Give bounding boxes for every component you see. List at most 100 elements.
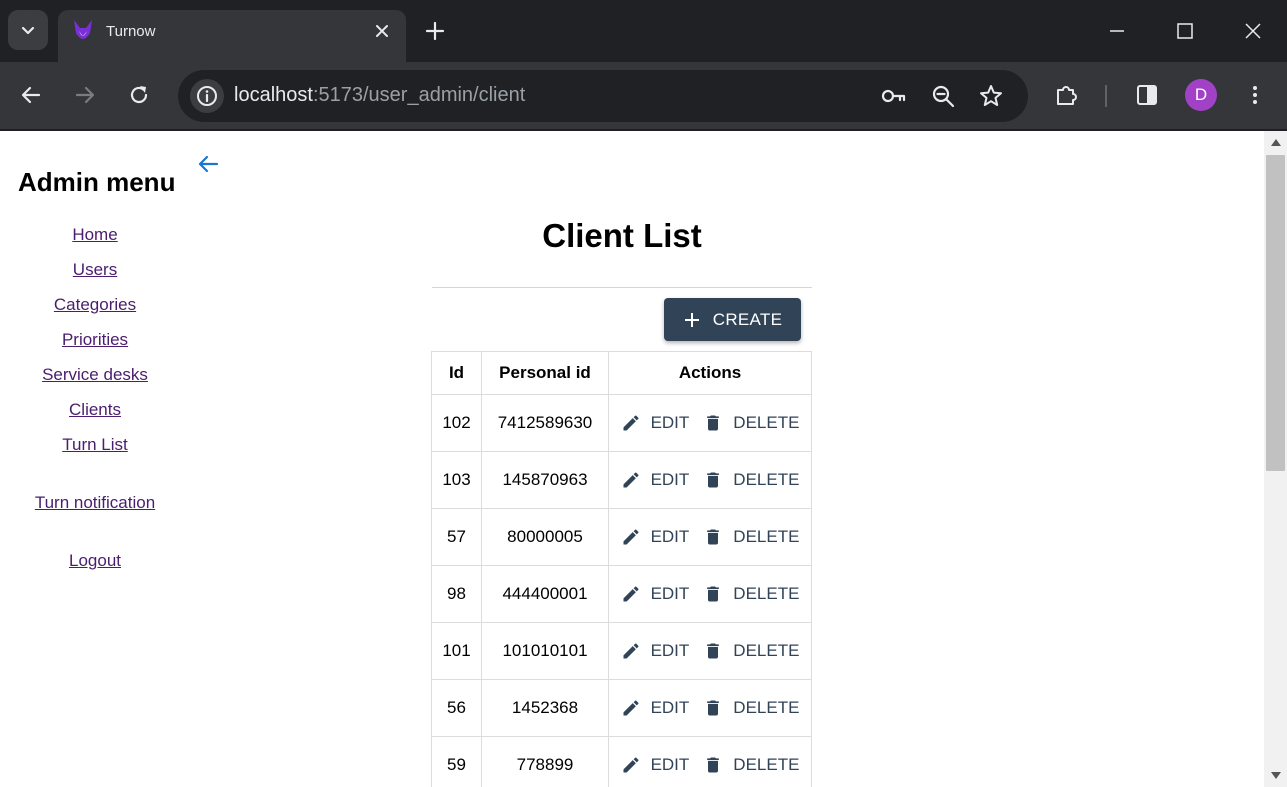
- site-info-button[interactable]: [190, 79, 224, 113]
- delete-button[interactable]: DELETE: [699, 411, 803, 435]
- pencil-icon: [623, 586, 639, 602]
- key-icon[interactable]: [880, 83, 906, 109]
- cell-id: 56: [431, 679, 482, 737]
- cell-actions: EDIT DELETE: [608, 736, 812, 787]
- column-header-actions: Actions: [608, 351, 812, 395]
- edit-button[interactable]: EDIT: [617, 525, 694, 549]
- tab-search-button[interactable]: [8, 10, 48, 50]
- maximize-icon[interactable]: [1170, 16, 1200, 46]
- column-header-id: Id: [431, 351, 482, 395]
- zoom-out-icon[interactable]: [930, 83, 956, 109]
- edit-button[interactable]: EDIT: [617, 639, 694, 663]
- reload-icon[interactable]: [126, 82, 152, 108]
- cell-id: 57: [431, 508, 482, 566]
- client-table: Id Personal id Actions 102 7412589630 EDIT…: [431, 351, 812, 787]
- column-header-personal-id: Personal id: [481, 351, 609, 395]
- browser-tab-active[interactable]: Turnow: [58, 10, 406, 62]
- delete-button[interactable]: DELETE: [699, 639, 803, 663]
- sidebar-item-turn-list[interactable]: Turn List: [0, 435, 190, 455]
- delete-button[interactable]: DELETE: [699, 753, 803, 777]
- sidebar-item-logout[interactable]: Logout: [0, 551, 190, 571]
- page-scrollbar[interactable]: [1264, 131, 1287, 787]
- delete-button[interactable]: DELETE: [699, 525, 803, 549]
- address-bar[interactable]: localhost:5173/user_admin/client: [178, 70, 1028, 122]
- scroll-thumb[interactable]: [1266, 155, 1285, 471]
- cell-actions: EDIT DELETE: [608, 394, 812, 452]
- more-menu-icon[interactable]: [1242, 82, 1268, 108]
- sidebar-title: Admin menu: [18, 167, 176, 197]
- table-row: 56 1452368 EDIT DELETE: [431, 679, 812, 737]
- pencil-icon: [623, 472, 639, 488]
- profile-avatar[interactable]: D: [1185, 79, 1217, 111]
- turnow-logo-icon: [74, 20, 92, 39]
- sidebar-item-categories[interactable]: Categories: [0, 295, 190, 315]
- delete-label: DELETE: [733, 413, 800, 432]
- row-actions: EDIT DELETE: [609, 468, 811, 492]
- sidebar-item-priorities[interactable]: Priorities: [0, 330, 190, 350]
- edit-button[interactable]: EDIT: [617, 753, 694, 777]
- edit-label: EDIT: [650, 584, 690, 603]
- cell-id: 103: [431, 451, 482, 509]
- extensions-icon[interactable]: [1054, 82, 1080, 108]
- delete-label: DELETE: [733, 584, 800, 603]
- cell-id: 102: [431, 394, 482, 452]
- scroll-up-arrow-icon[interactable]: [1271, 139, 1281, 146]
- delete-button[interactable]: DELETE: [699, 468, 803, 492]
- close-tab-icon[interactable]: [372, 21, 392, 41]
- sidebar-item-turn-notification[interactable]: Turn notification: [0, 493, 190, 513]
- sidebar-item-clients[interactable]: Clients: [0, 400, 190, 420]
- row-actions: EDIT DELETE: [609, 696, 811, 720]
- table-row: 57 80000005 EDIT DELETE: [431, 508, 812, 566]
- close-window-icon[interactable]: [1238, 16, 1268, 46]
- create-client-button[interactable]: CREATE: [664, 298, 801, 341]
- cell-actions: EDIT DELETE: [608, 451, 812, 509]
- edit-button[interactable]: EDIT: [617, 582, 694, 606]
- table-body: 102 7412589630 EDIT DELETE 103 145870963 EDIT D…: [431, 394, 812, 787]
- bookmark-star-icon[interactable]: [978, 83, 1004, 109]
- delete-button[interactable]: DELETE: [699, 582, 803, 606]
- table-row: 59 778899 EDIT DELETE: [431, 736, 812, 787]
- trash-icon: [707, 757, 720, 773]
- row-actions: EDIT DELETE: [609, 411, 811, 435]
- edit-label: EDIT: [650, 470, 690, 489]
- delete-button[interactable]: DELETE: [699, 696, 803, 720]
- new-tab-icon[interactable]: [422, 18, 448, 44]
- row-actions: EDIT DELETE: [609, 753, 811, 777]
- page-title: Client List: [542, 217, 702, 254]
- edit-button[interactable]: EDIT: [617, 696, 694, 720]
- edit-button[interactable]: EDIT: [617, 411, 694, 435]
- plus-icon: [684, 312, 699, 327]
- edit-label: EDIT: [650, 413, 690, 432]
- delete-label: DELETE: [733, 527, 800, 546]
- minimize-icon[interactable]: [1102, 16, 1132, 46]
- page-viewport: Admin menu Home Users Categories Priorit…: [0, 131, 1264, 787]
- browser-toolbar: localhost:5173/user_admin/client D: [0, 62, 1287, 130]
- cell-actions: EDIT DELETE: [608, 508, 812, 566]
- chevron-down-icon: [21, 26, 35, 35]
- scroll-down-arrow-icon[interactable]: [1271, 772, 1281, 779]
- cell-personal-id: 145870963: [481, 451, 609, 509]
- info-icon: [197, 86, 217, 106]
- cell-id: 98: [431, 565, 482, 623]
- side-panel-icon[interactable]: [1134, 82, 1160, 108]
- pencil-icon: [623, 757, 639, 773]
- delete-label: DELETE: [733, 755, 800, 774]
- edit-label: EDIT: [650, 698, 690, 717]
- trash-icon: [707, 415, 720, 431]
- sidebar-item-home[interactable]: Home: [0, 225, 190, 245]
- edit-button[interactable]: EDIT: [617, 468, 694, 492]
- forward-icon[interactable]: [72, 82, 98, 108]
- back-icon[interactable]: [18, 82, 44, 108]
- cell-personal-id: 80000005: [481, 508, 609, 566]
- delete-label: DELETE: [733, 641, 800, 660]
- cell-personal-id: 444400001: [481, 565, 609, 623]
- pencil-icon: [623, 700, 639, 716]
- tab-title: Turnow: [106, 23, 156, 40]
- sidebar-item-users[interactable]: Users: [0, 260, 190, 280]
- trash-icon: [707, 700, 720, 716]
- arrow-left-icon[interactable]: [195, 151, 221, 177]
- cell-personal-id: 101010101: [481, 622, 609, 680]
- sidebar-item-service-desks[interactable]: Service desks: [0, 365, 190, 385]
- cell-personal-id: 1452368: [481, 679, 609, 737]
- pencil-icon: [623, 643, 639, 659]
